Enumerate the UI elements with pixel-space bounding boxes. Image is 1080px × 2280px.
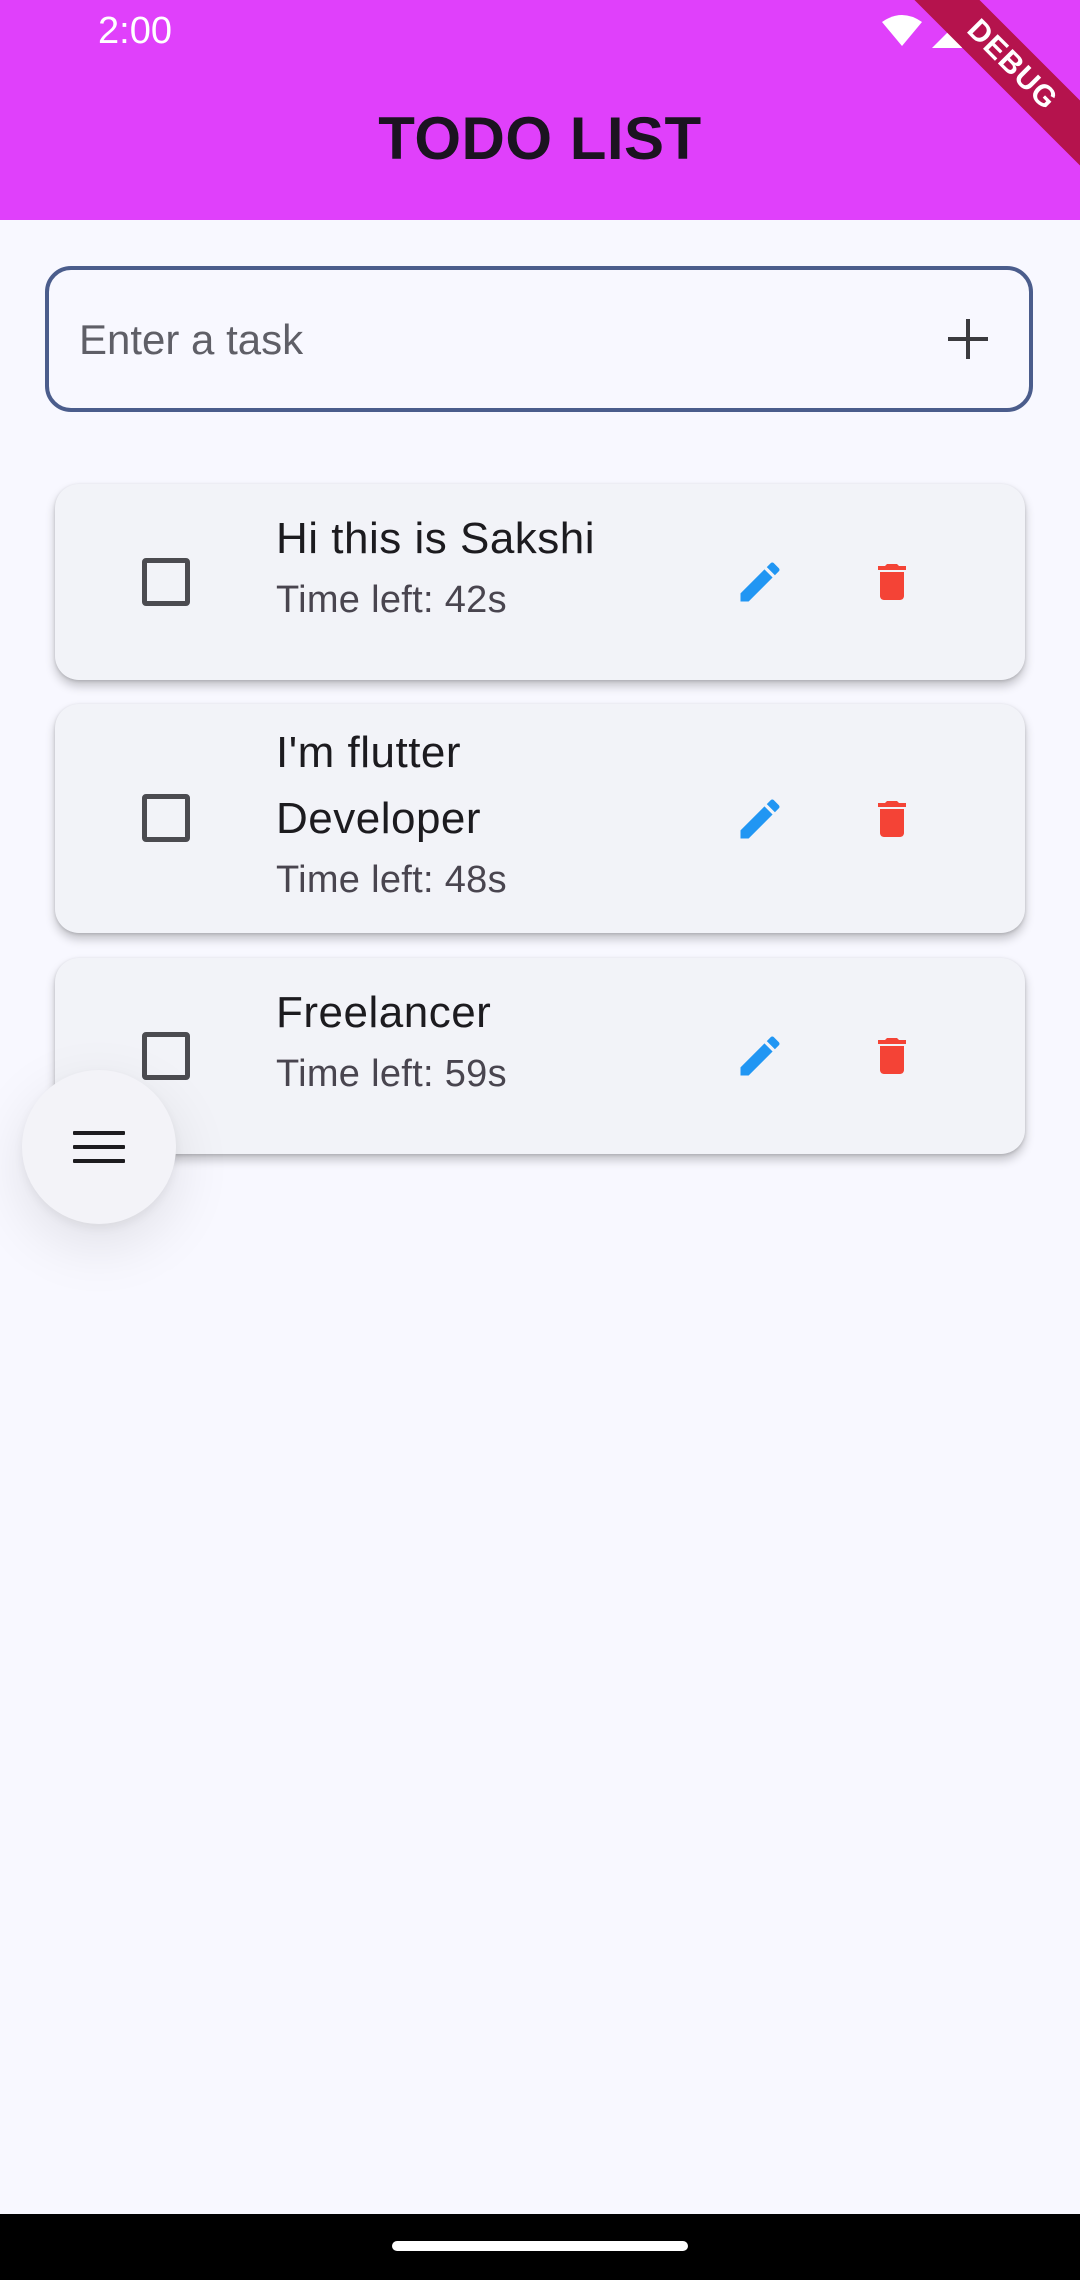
trash-icon (878, 564, 906, 600)
plus-icon (948, 319, 988, 359)
add-task-button[interactable] (933, 304, 1003, 374)
task-checkbox[interactable] (142, 1032, 190, 1080)
app-bar: 2:00 TODO LIST DEBUG (0, 0, 1080, 220)
task-card: Hi this is Sakshi Time left: 42s (55, 484, 1025, 680)
task-input-placeholder: Enter a task (79, 316, 304, 363)
task-text: Hi this is Sakshi Time left: 42s (276, 506, 676, 628)
delete-button[interactable] (857, 784, 927, 854)
task-title: Hi this is Sakshi (276, 514, 596, 563)
edit-button[interactable] (725, 1021, 795, 1091)
task-input[interactable]: Enter a task (45, 266, 1033, 412)
task-title: I'm flutter Developer (276, 728, 482, 843)
task-checkbox[interactable] (142, 794, 190, 842)
menu-fab[interactable] (22, 1070, 176, 1224)
wifi-icon (882, 15, 922, 46)
home-indicator[interactable] (392, 2241, 688, 2251)
task-time-left: Time left: 59s (276, 1053, 507, 1095)
trash-icon (878, 801, 906, 837)
pencil-icon (740, 1036, 780, 1076)
delete-button[interactable] (857, 1021, 927, 1091)
edit-button[interactable] (725, 547, 795, 617)
task-card: I'm flutter Developer Time left: 48s (55, 704, 1025, 933)
system-nav-bar (0, 2214, 1080, 2280)
task-text: I'm flutter Developer Time left: 48s (276, 720, 676, 908)
delete-button[interactable] (857, 547, 927, 617)
task-time-left: Time left: 48s (276, 859, 507, 901)
menu-icon (73, 1131, 125, 1163)
task-title: Freelancer (276, 988, 492, 1037)
edit-button[interactable] (725, 784, 795, 854)
task-checkbox[interactable] (142, 558, 190, 606)
pencil-icon (740, 799, 780, 839)
task-card: Freelancer Time left: 59s (55, 958, 1025, 1154)
task-text: Freelancer Time left: 59s (276, 980, 676, 1102)
trash-icon (878, 1038, 906, 1074)
pencil-icon (740, 562, 780, 602)
status-time: 2:00 (98, 10, 172, 52)
task-time-left: Time left: 42s (276, 579, 507, 621)
page-title: TODO LIST (378, 105, 702, 172)
